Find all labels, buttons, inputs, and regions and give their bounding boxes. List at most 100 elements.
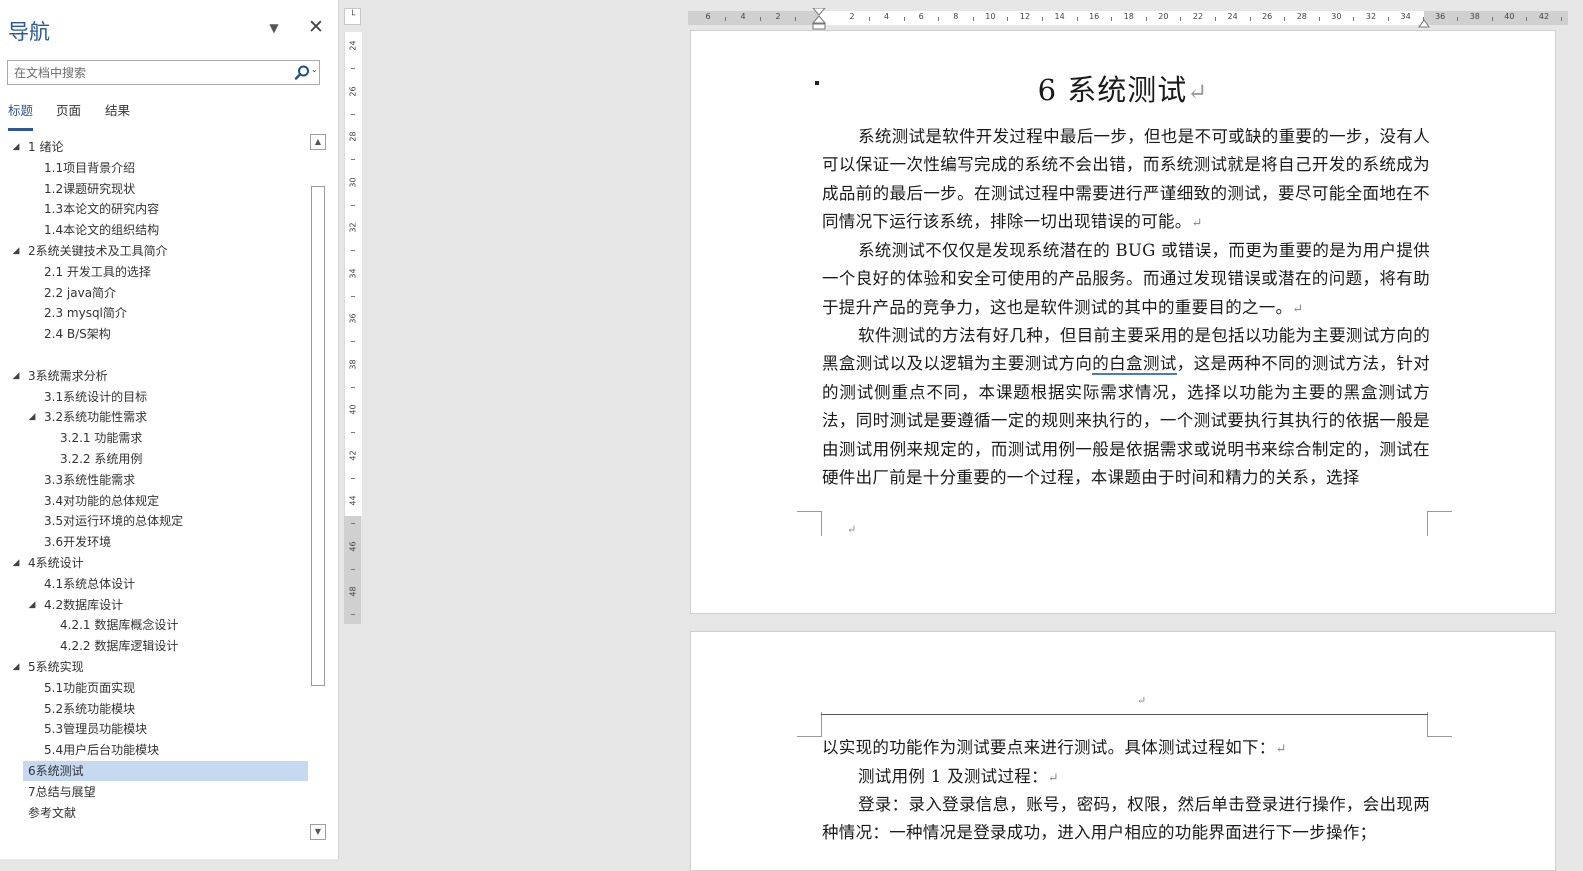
tab-headings[interactable]: 标题: [8, 102, 34, 131]
crop-mark: [1427, 511, 1452, 536]
search-input[interactable]: [8, 61, 300, 84]
nav-heading-item[interactable]: ◢ 2系统关键技术及工具简介: [0, 241, 300, 261]
nav-heading-item[interactable]: 1.1项目背景介绍: [0, 158, 300, 178]
ruler-tick: [351, 477, 355, 479]
vertical-ruler[interactable]: └ 24 26 28 30 32 34 36 38 40 42 44 46 48: [344, 8, 362, 624]
paragraph[interactable]: 系统测试不仅仅是发现系统潜在的 BUG 或错误，而更为重要的是为用户提供一个良好…: [822, 237, 1430, 324]
nav-heading-label: 5.3管理员功能模块: [44, 722, 148, 737]
nav-heading-item[interactable]: 4.2.2 数据库逻辑设计: [0, 636, 300, 656]
search-options-chevron-icon[interactable]: ⌄: [311, 65, 318, 74]
nav-heading-item[interactable]: ◢ 1 绪论: [0, 137, 300, 157]
nav-heading-item[interactable]: 4.2.1 数据库概念设计: [0, 615, 300, 635]
ruler-label: 24: [348, 40, 358, 51]
nav-heading-item[interactable]: 3.1系统设计的目标: [0, 387, 300, 407]
ruler-label: 24: [1227, 12, 1238, 21]
nav-heading-item[interactable]: 6系统测试: [23, 761, 308, 781]
tab-pages[interactable]: 页面: [56, 102, 81, 128]
search-box[interactable]: ⌄: [7, 60, 320, 85]
nav-heading-item[interactable]: 3.3系统性能需求: [0, 470, 300, 490]
scroll-down-icon[interactable]: ▼: [310, 824, 326, 840]
nav-heading-item[interactable]: ◢ 4系统设计: [0, 553, 300, 573]
tab-selector-icon[interactable]: └: [344, 8, 361, 25]
expand-caret-icon[interactable]: ◢: [10, 137, 22, 157]
ruler-tick: [1284, 17, 1286, 21]
chapter-heading[interactable]: 6 系统测试↵: [691, 67, 1555, 109]
pane-options-dropdown-icon[interactable]: ▼: [266, 20, 282, 36]
ruler-tick: [351, 432, 355, 433]
expand-caret-icon[interactable]: ◢: [26, 595, 38, 615]
right-indent-marker-icon[interactable]: [1418, 18, 1430, 28]
nav-heading-item[interactable]: 1.2课题研究现状: [0, 179, 300, 199]
nav-heading-item[interactable]: [0, 345, 300, 365]
horizontal-ruler[interactable]: 6 4 2 2 4 6 8 10 12 14 16 18 20 22 24 26 28 30 32 34 36 38 40 4…: [688, 8, 1568, 30]
expand-caret-icon[interactable]: ◢: [10, 657, 22, 677]
paragraph[interactable]: 系统测试是软件开发过程中最后一步，但也是不可或缺的重要的一步，没有人可以保证一次…: [822, 123, 1430, 239]
paragraph[interactable]: 测试用例 1 及测试过程：↵: [822, 763, 1430, 793]
ruler-tick: [351, 568, 355, 570]
ruler-label: 36: [1435, 12, 1446, 21]
nav-heading-item[interactable]: 3.2.2 系统用例: [0, 449, 300, 469]
search-icon[interactable]: [293, 64, 311, 82]
close-icon[interactable]: ✕: [306, 17, 326, 37]
nav-heading-label: 4.2数据库设计: [44, 597, 124, 612]
nav-heading-item[interactable]: 2.4 B/S架构: [0, 324, 300, 344]
ruler-label: 46: [348, 540, 358, 552]
nav-heading-label: 1.3本论文的研究内容: [44, 202, 160, 217]
document-page[interactable]: 6 系统测试↵ 系统测试是软件开发过程中最后一步，但也是不可或缺的重要的一步，没…: [690, 30, 1556, 614]
nav-heading-item[interactable]: 5.4用户后台功能模块: [0, 740, 300, 760]
nav-heading-label: 2系统关键技术及工具简介: [28, 244, 168, 258]
ruler-label: 30: [1331, 12, 1342, 21]
nav-heading-item[interactable]: 2.3 mysql简介: [0, 303, 300, 323]
expand-caret-icon[interactable]: ◢: [10, 366, 22, 386]
nav-heading-item[interactable]: 5.3管理员功能模块: [0, 719, 300, 739]
nav-heading-item[interactable]: ◢ 3系统需求分析: [0, 366, 300, 386]
ruler-tick: [351, 341, 355, 342]
ruler-label: 30: [348, 176, 358, 188]
expand-caret-icon[interactable]: ◢: [10, 553, 22, 573]
expand-caret-icon[interactable]: ◢: [10, 241, 22, 261]
nav-heading-item[interactable]: ◢ 4.2数据库设计: [0, 595, 300, 615]
spellcheck-underline[interactable]: 的白盒测试: [1092, 354, 1177, 376]
nav-heading-item[interactable]: 3.6开发环境: [0, 532, 300, 552]
nav-heading-item[interactable]: 3.2.1 功能需求: [0, 428, 300, 448]
paragraph-mark: ↵: [1187, 78, 1209, 106]
ruler-tick: [1007, 17, 1009, 21]
nav-heading-label: 2.4 B/S架构: [44, 327, 111, 342]
paragraph-mark: ↵: [1047, 771, 1060, 786]
nav-title: 导航: [8, 20, 50, 44]
ruler-label: 32: [1365, 12, 1377, 21]
paragraph[interactable]: 登录：录入登录信息，账号，密码，权限，然后单击登录进行操作，会出现两种情况：一种…: [822, 791, 1430, 848]
tab-results[interactable]: 结果: [105, 102, 130, 128]
paragraph[interactable]: 软件测试的方法有好几种，但目前主要采用的是包括以功能为主要测试方向的黑盒测试以及…: [822, 322, 1430, 492]
nav-heading-item[interactable]: 2.1 开发工具的选择: [0, 262, 300, 282]
nav-heading-label: 7总结与展望: [28, 784, 96, 799]
ruler-tick: [351, 68, 355, 69]
ruler-tick: [1180, 17, 1182, 21]
nav-heading-item[interactable]: 2.2 java简介: [0, 283, 300, 303]
scrollbar-thumb[interactable]: [311, 186, 325, 686]
paragraph[interactable]: 以实现的功能作为测试要点来进行测试。具体测试过程如下：↵: [822, 734, 1430, 764]
nav-heading-item[interactable]: 7总结与展望: [0, 782, 300, 802]
nav-heading-label: 3系统需求分析: [28, 368, 108, 383]
nav-heading-item[interactable]: 1.4本论文的组织结构: [0, 220, 300, 240]
indent-marker-icon[interactable]: [812, 8, 826, 30]
nav-heading-item[interactable]: 参考文献: [0, 803, 300, 823]
nav-heading-item[interactable]: 4.1系统总体设计: [0, 574, 300, 594]
nav-heading-label: 参考文献: [28, 805, 77, 820]
ruler-tick: [972, 17, 974, 21]
ruler-label: 40: [1504, 12, 1515, 21]
paragraph-mark: ↵: [1137, 694, 1147, 707]
expand-caret-icon[interactable]: ◢: [26, 407, 38, 427]
nav-heading-item[interactable]: 3.4对功能的总体规定: [0, 491, 300, 511]
nav-heading-item[interactable]: 3.5对运行环境的总体规定: [0, 511, 300, 531]
nav-scrollbar[interactable]: ▲ ▼: [310, 134, 326, 840]
nav-heading-item[interactable]: 1.3本论文的研究内容: [0, 199, 300, 219]
nav-heading-item[interactable]: 5.1功能页面实现: [0, 678, 300, 698]
nav-heading-item[interactable]: ◢ 3.2系统功能性需求: [0, 407, 300, 427]
scroll-up-icon[interactable]: ▲: [310, 134, 326, 150]
crop-mark: [797, 712, 822, 737]
document-page[interactable]: ↵ 以实现的功能作为测试要点来进行测试。具体测试过程如下：↵ 测试用例 1 及测…: [690, 631, 1556, 871]
ruler-label: 2: [849, 12, 855, 21]
nav-heading-item[interactable]: ◢ 5系统实现: [0, 657, 300, 677]
nav-heading-item[interactable]: 5.2系统功能模块: [0, 699, 300, 719]
